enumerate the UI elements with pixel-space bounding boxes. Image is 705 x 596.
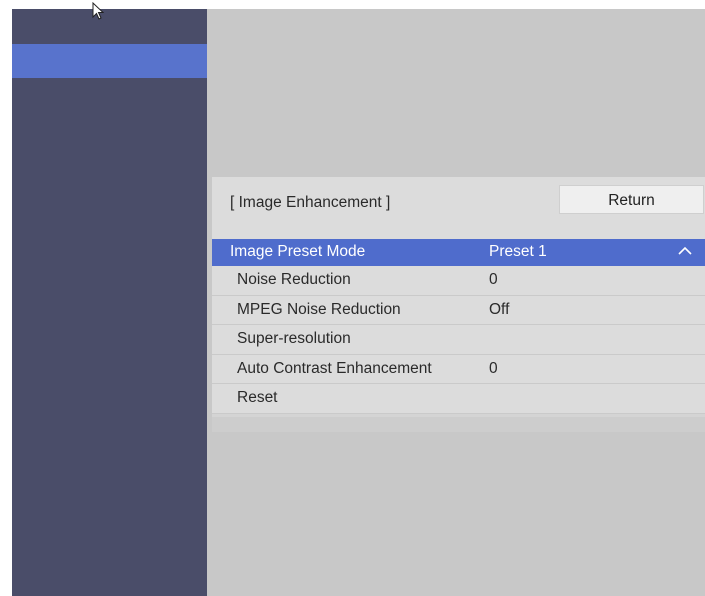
mouse-pointer-icon <box>92 2 105 20</box>
menu-row-label: Noise Reduction <box>237 271 351 288</box>
menu-row-value: Preset 1 <box>489 243 547 260</box>
menu-row-noise-reduction[interactable]: Noise Reduction 0 <box>212 266 705 296</box>
menu-row-label: Reset <box>237 389 278 407</box>
image-enhancement-panel: [ Image Enhancement ] Return Image Prese… <box>212 177 705 432</box>
menu-list: Image Preset Mode Preset 1 Noise Reducti… <box>212 239 705 414</box>
menu-row-label: Super-resolution <box>237 330 351 348</box>
sidebar-selected-item[interactable] <box>12 44 207 78</box>
menu-row-value: 0 <box>489 359 498 377</box>
panel-header: [ Image Enhancement ] Return <box>212 177 705 239</box>
menu-row-auto-contrast-enhancement[interactable]: Auto Contrast Enhancement 0 <box>212 354 705 385</box>
panel-title: [ Image Enhancement ] <box>230 194 391 211</box>
chevron-up-icon[interactable] <box>677 245 693 257</box>
menu-row-value: Off <box>489 300 510 318</box>
return-button[interactable]: Return <box>559 185 704 214</box>
menu-row-super-resolution[interactable]: Super-resolution <box>212 325 705 355</box>
sidebar <box>12 9 207 596</box>
panel-footer <box>212 417 705 432</box>
menu-row-mpeg-noise-reduction[interactable]: MPEG Noise Reduction Off <box>212 295 705 326</box>
menu-row-image-preset-mode[interactable]: Image Preset Mode Preset 1 <box>212 239 705 266</box>
menu-row-label: Auto Contrast Enhancement <box>237 359 432 377</box>
menu-row-value: 0 <box>489 271 498 288</box>
menu-row-label: MPEG Noise Reduction <box>237 300 401 318</box>
menu-row-label: Image Preset Mode <box>230 243 366 260</box>
menu-row-reset[interactable]: Reset <box>212 384 705 414</box>
